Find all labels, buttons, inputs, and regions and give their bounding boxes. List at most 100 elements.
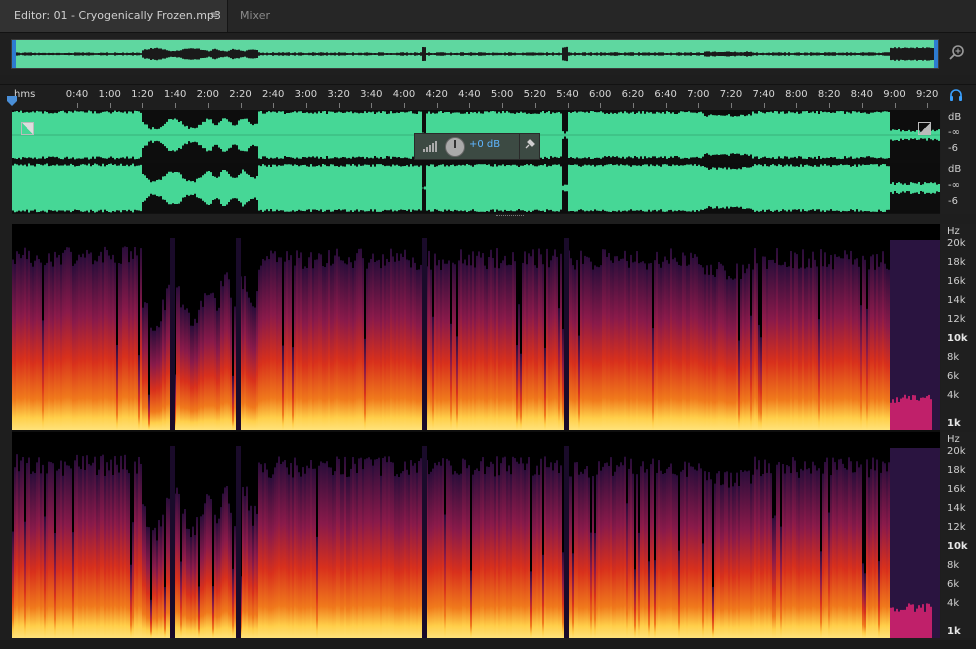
spectral-column <box>364 338 366 430</box>
ruler-tick-label: 3:20 <box>327 89 350 100</box>
spectral-column <box>70 251 72 430</box>
spectral-column <box>412 465 414 638</box>
ruler-tick-label: 1:20 <box>131 89 154 100</box>
playhead-marker[interactable] <box>7 96 17 106</box>
ruler-tick <box>502 103 504 108</box>
hz-label: 16k <box>947 276 966 287</box>
spectral-column <box>624 250 626 430</box>
panel-resize-grip[interactable] <box>496 215 524 219</box>
spectral-column <box>746 268 748 430</box>
spectral-column <box>600 265 602 430</box>
tab-editor[interactable]: Editor: 01 - Cryogenically Frozen.mp3 ≡ <box>0 0 228 32</box>
spectral-column <box>496 456 498 638</box>
overview-panel <box>0 33 976 75</box>
spectral-column <box>46 262 48 430</box>
spectral-tail <box>918 400 920 430</box>
spectral-column <box>122 469 124 638</box>
spectral-column <box>760 476 762 638</box>
pin-icon[interactable] <box>519 134 540 159</box>
spectral-column <box>60 460 62 638</box>
spectral-column <box>932 240 934 430</box>
spectral-column <box>584 469 586 638</box>
spectral-column <box>90 252 92 430</box>
db-label: -∞ <box>948 180 960 191</box>
spectral-column <box>362 469 364 638</box>
spectral-column <box>316 259 318 430</box>
spectral-column <box>442 259 444 430</box>
spectral-column <box>608 253 610 430</box>
spectral-column <box>118 472 120 638</box>
spectral-column <box>272 474 274 638</box>
fade-out-handle[interactable] <box>918 122 931 135</box>
spectral-column <box>756 469 758 638</box>
spectral-column <box>280 257 282 430</box>
spectral-column <box>580 471 582 638</box>
spectral-view-right[interactable] <box>12 432 940 638</box>
spectral-column <box>502 457 504 638</box>
zoom-icon[interactable] <box>948 43 966 61</box>
spectral-column <box>154 527 156 638</box>
spectral-column <box>850 250 852 430</box>
ruler-tick-label: 4:20 <box>425 89 448 100</box>
overview-right-handle[interactable] <box>934 40 938 68</box>
spectral-column <box>344 456 346 638</box>
spectral-column <box>58 254 60 430</box>
spectral-column <box>202 306 204 430</box>
spectral-column <box>378 457 380 638</box>
tab-menu-icon[interactable]: ≡ <box>210 0 218 32</box>
spectral-column <box>558 473 560 638</box>
spectral-column <box>476 255 478 430</box>
headphones-icon[interactable] <box>949 88 963 102</box>
ruler-tick-label: 8:20 <box>817 89 841 100</box>
spectral-column <box>270 477 272 638</box>
spectral-column <box>482 457 484 638</box>
spectral-column <box>94 456 96 638</box>
spectral-column <box>612 262 614 430</box>
spectral-column <box>488 257 490 430</box>
bottom-scrollbar[interactable] <box>0 640 976 649</box>
volume-value[interactable]: +0 dB <box>469 139 500 150</box>
time-ruler[interactable]: hms 0:40 1:00 1:20 1:40 2:00 2:20 2:40 3:00 3:20… <box>0 84 976 108</box>
tab-mixer[interactable]: Mixer <box>240 0 270 32</box>
spectral-column <box>336 248 338 430</box>
spectral-column <box>48 461 50 638</box>
spectral-column <box>278 456 280 638</box>
waveform-channel-right[interactable] <box>12 163 940 213</box>
spectral-column <box>20 258 22 430</box>
spectral-column <box>806 469 808 638</box>
volume-hud[interactable]: +0 dB <box>414 133 540 160</box>
spectral-gap <box>236 446 241 638</box>
spectral-column <box>44 265 46 430</box>
spectral-column <box>886 471 888 638</box>
spectral-column <box>870 469 872 638</box>
spectral-column <box>866 308 868 430</box>
overview-waveform[interactable] <box>11 39 939 69</box>
spectral-column <box>738 340 740 430</box>
spectral-column <box>466 468 468 638</box>
spectral-tail <box>894 402 896 430</box>
spectral-column <box>588 257 590 430</box>
spectral-column <box>878 266 880 430</box>
spectral-column <box>138 355 140 430</box>
spectral-column <box>670 463 672 638</box>
spectral-column <box>536 465 538 638</box>
spectral-column <box>254 307 256 430</box>
spectral-column <box>796 472 798 638</box>
spectral-column <box>374 261 376 430</box>
spectral-column <box>226 272 228 430</box>
spectral-tail <box>892 399 894 430</box>
fade-in-handle[interactable] <box>21 122 34 135</box>
spectral-column <box>354 260 356 430</box>
spectral-tail <box>912 604 914 638</box>
spectral-column <box>312 468 314 638</box>
spectral-column <box>258 462 260 638</box>
overview-left-handle[interactable] <box>12 40 16 68</box>
spectral-column <box>250 302 252 430</box>
spectral-column <box>82 456 84 638</box>
volume-knob-icon[interactable] <box>445 137 465 157</box>
spectral-view-left[interactable] <box>12 224 940 430</box>
ruler-tick-label: 4:00 <box>392 89 416 100</box>
spectral-column <box>614 256 616 430</box>
spectral-column <box>840 458 842 638</box>
spectral-column <box>168 284 170 430</box>
